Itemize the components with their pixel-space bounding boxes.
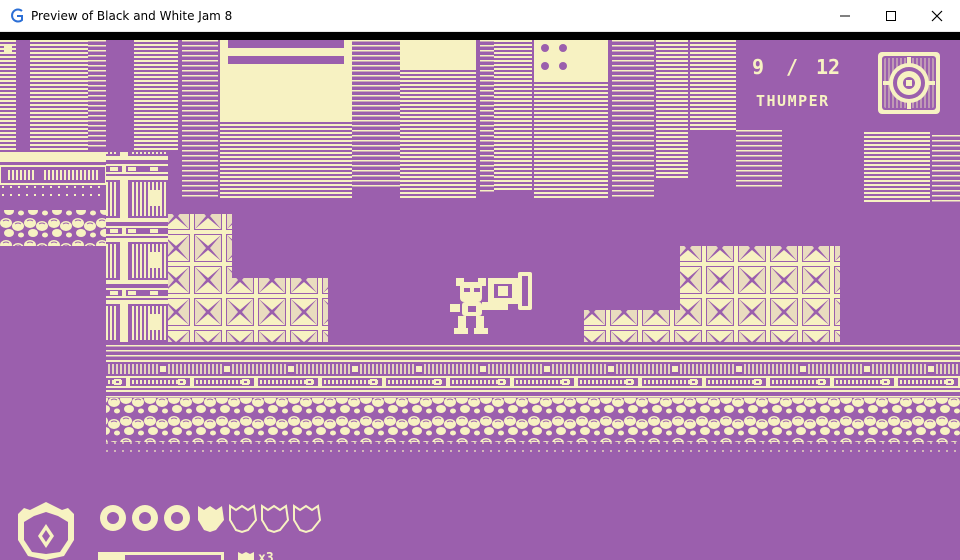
power-meter	[98, 552, 224, 560]
ammo-current: 9	[752, 55, 764, 79]
letterbox-bar	[0, 32, 960, 40]
minimize-button[interactable]	[822, 0, 868, 32]
maximize-icon	[886, 11, 896, 21]
rock-rubble	[106, 398, 960, 442]
window-title: Preview of Black and White Jam 8	[31, 9, 233, 23]
weapon-name: THUMPER	[756, 92, 830, 110]
maximize-button[interactable]	[868, 0, 914, 32]
health-full-pip	[132, 505, 158, 531]
game-canvas: 9 / 12 THUMPER x3	[0, 40, 960, 560]
lives-label: x3	[258, 551, 274, 560]
game-viewport[interactable]: 9 / 12 THUMPER x3	[0, 40, 960, 560]
shield-badge-icon	[18, 502, 74, 560]
target-icon	[878, 52, 940, 114]
health-full-pip	[100, 505, 126, 531]
lives-icon	[238, 552, 254, 560]
ammo-separator: /	[786, 55, 798, 79]
metal-floor	[106, 342, 960, 398]
rubble-debris	[106, 442, 960, 456]
close-icon	[931, 10, 943, 22]
game-window: Preview of Black and White Jam 8 9 / 12 …	[0, 0, 960, 560]
power-meter-fill	[101, 555, 125, 560]
title-bar[interactable]: Preview of Black and White Jam 8	[0, 0, 960, 32]
close-button[interactable]	[914, 0, 960, 32]
gamemaker-logo-icon	[11, 8, 23, 23]
minimize-icon	[840, 15, 850, 17]
ammo-max: 12	[816, 55, 840, 79]
health-full-pip	[164, 505, 190, 531]
